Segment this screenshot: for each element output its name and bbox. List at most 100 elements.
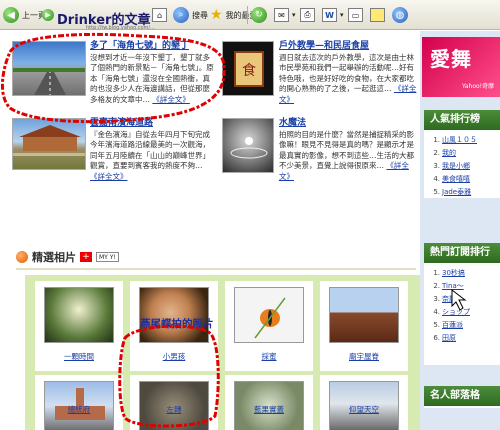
article-3: 雲嘉南濱海道路 『金色濱海』自從去年四月下旬完成今年濱海道路沿線最美的一次觀海，… [90,118,214,182]
photo-caption[interactable]: 廟宇屋脊 [320,351,408,362]
home-icon: ⌂ [152,8,167,22]
photo-thumbnail[interactable] [329,287,399,343]
photo-thumbnail[interactable] [44,287,114,343]
mail-button[interactable]: ✉ ▾ [274,5,296,25]
add-plus-icon[interactable]: + [80,252,92,262]
rank-label[interactable]: 田原 [442,333,456,343]
toolbar-separator [247,6,248,24]
photo-caption[interactable]: 一顆時間 [35,351,123,362]
edit-button[interactable]: W ▾ [322,5,344,25]
rank-number: 6. [433,333,440,342]
section-bullet-icon [16,251,28,263]
rank-label[interactable]: ショップ [442,307,470,317]
rank-label[interactable]: 美食嘻嘻 [442,174,470,184]
article-4: 水魔法 拍照的目的是什麼？當然是捕捉精采的影像嘛！眼見不見得是真的嗎？是顯示才是… [279,118,419,182]
hot-subscription-title: 熱門訂閱排行 [424,243,500,263]
back-button[interactable]: ◀ 上一頁 [3,5,46,25]
temple-image [13,125,85,156]
rank-label[interactable]: 我的 [442,148,456,158]
water-splash-image [230,137,268,159]
lantern-image: 食 [234,51,264,87]
rank-label[interactable]: Tina～ [442,281,464,291]
list-item[interactable]: 4. 美食嘻嘻 [428,172,500,185]
celebrity-blog-box: 名人部落格 [424,386,500,408]
article-1-title[interactable]: 多了「海角七號」的墾丁 [90,41,214,52]
print-button[interactable]: ⎙ [300,5,315,25]
list-item[interactable]: 4. ショップ [428,305,500,318]
section-divider [16,268,416,270]
rank-number: 1. [433,268,440,277]
featured-photos-header: 精選相片 + MY Y! [16,247,119,267]
forward-arrow-icon: ▶ [42,9,54,21]
page-icon: ▭ [348,8,363,22]
list-item[interactable]: 6. 田原 [428,331,500,344]
research-button[interactable]: ◍ [392,5,408,25]
rank-label[interactable]: 30秒搞 [442,268,465,278]
messenger-button[interactable] [370,5,385,25]
article-3-title[interactable]: 雲嘉南濱海道路 [90,118,214,129]
photo-caption[interactable]: 總統府 [35,404,123,415]
article-2-title[interactable]: 戶外教學—和民居食屋 [279,41,419,52]
article-4-title[interactable]: 水魔法 [279,118,419,129]
edit-dropdown-icon: ▾ [340,11,344,19]
rank-label[interactable]: 山風１０５ [442,135,477,145]
rank-number: 5. [433,187,440,196]
banner-subtext: Yahoo!奇摩 [462,83,495,90]
banner-text: 愛舞 [430,47,472,71]
article-3-more-link[interactable]: 《詳全文》 [90,172,128,181]
article-3-thumbnail[interactable] [12,118,86,170]
search-button[interactable]: ⌕ 搜尋 [173,5,208,25]
advert-banner[interactable]: 愛舞 Yahoo!奇摩 [422,37,500,97]
article-4-thumbnail[interactable] [222,118,274,173]
photo-item[interactable]: 採蜜 [225,281,313,371]
article-1-more-link[interactable]: 《詳全文》 [152,95,190,104]
list-item[interactable]: 1. 山風１０５ [428,133,500,146]
rank-label[interactable]: Jade泰雅 [442,187,471,197]
note-icon [370,8,385,22]
my-yahoo-button[interactable]: MY Y! [96,252,119,262]
search-label: 搜尋 [192,10,208,20]
history-button[interactable]: ↻ [251,5,267,25]
svg-text:食: 食 [242,62,256,79]
star-icon: ★ [210,7,223,23]
rank-number: 4. [433,307,440,316]
photo-item[interactable] [130,375,218,430]
forward-button[interactable]: ▶ [42,5,54,25]
home-button[interactable]: ⌂ [152,5,167,25]
photo-caption[interactable]: 藍果實蓋 [225,404,313,415]
photo-caption[interactable]: 仰望天空 [320,404,408,415]
browser-toolbar: ◀ 上一頁 ▶ Drinker的文章~ http://tw.blog.yahoo… [0,0,500,31]
photo-caption[interactable]: 左轉 [130,404,218,415]
photo-thumbnail[interactable] [234,287,304,343]
list-item[interactable]: 5. 百蓮派 [428,318,500,331]
photo-item[interactable] [320,375,408,430]
rank-label[interactable]: 我是小鄉 [442,161,470,171]
article-2-thumbnail[interactable]: 食 [222,41,274,96]
photo-item[interactable] [35,375,123,430]
globe-icon: ◍ [392,7,408,23]
photo-item[interactable] [225,375,313,430]
photo-caption[interactable]: 採蜜 [225,351,313,362]
mail-icon: ✉ [274,8,289,22]
photo-item[interactable]: 一顆時間 [35,281,123,371]
list-item[interactable]: 2. Tina～ [428,279,500,292]
rank-label[interactable]: 奈麗 [442,294,456,304]
mail-dropdown-icon: ▾ [292,11,296,19]
list-item[interactable]: 3. 奈麗 [428,292,500,305]
article-1-thumbnail[interactable] [12,41,86,96]
photo-thumbnail[interactable] [139,287,209,343]
rank-number: 3. [433,294,440,303]
photo-item[interactable]: 廟宇屋脊 [320,281,408,371]
list-item[interactable]: 2. 我的 [428,146,500,159]
list-item[interactable]: 3. 我是小鄉 [428,159,500,172]
popular-ranking-title: 人氣排行榜 [424,110,500,130]
rank-number: 2. [433,281,440,290]
list-item[interactable]: 1. 30秒搞 [428,266,500,279]
rank-label[interactable]: 百蓮派 [442,320,463,330]
photo-caption[interactable]: 小男孩 [130,351,218,362]
rank-number: 4. [433,174,440,183]
list-item[interactable]: 5. Jade泰雅 [428,185,500,198]
article-2: 戶外教學—和民居食屋 週日就去這次的戶外教學，這次是由士林市民學苑和我們一起舉辦… [279,41,419,105]
discuss-button[interactable]: ▭ [348,5,363,25]
rank-number: 3. [433,161,440,170]
